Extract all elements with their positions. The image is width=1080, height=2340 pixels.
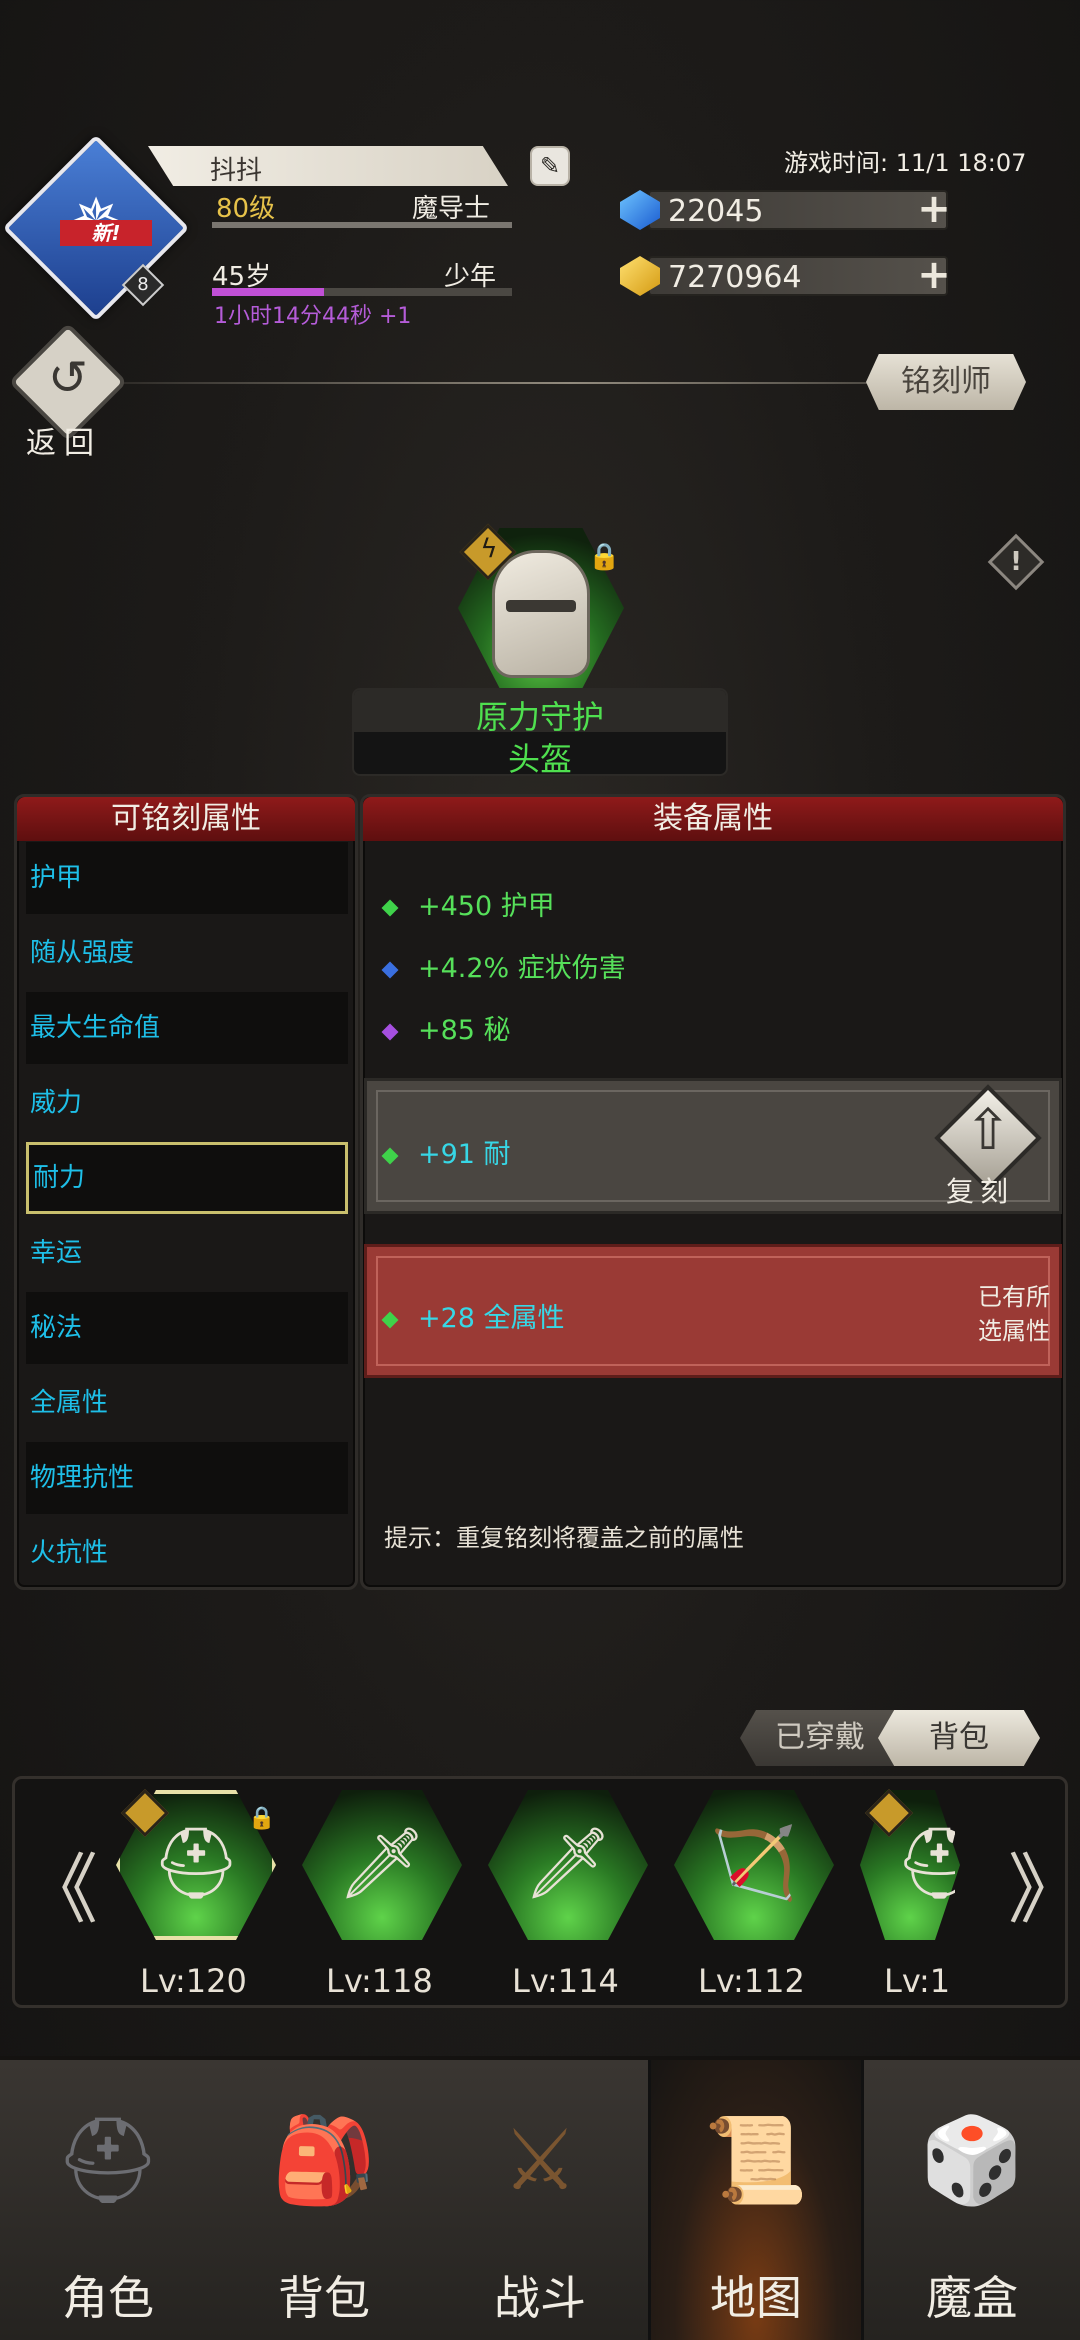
game-time: 游戏时间: 11/1 18:07	[784, 149, 1027, 177]
back-arrow-icon: ↺	[47, 350, 89, 406]
green-bullet-icon	[381, 1147, 399, 1164]
purple-bullet-icon	[381, 1023, 399, 1040]
tab-bag[interactable]: 背包	[878, 1710, 1040, 1766]
sword-icon: 🗡	[337, 1822, 427, 1904]
helmet-icon: ⛑	[895, 1822, 955, 1904]
engrave-slot-stat: +91 耐	[381, 1132, 511, 1171]
equipment-level: Lv:120	[140, 1962, 247, 2000]
nav-label: 地图	[710, 2271, 802, 2325]
attribute-option[interactable]: 幸运	[26, 1217, 348, 1289]
player-class: 魔导士	[412, 194, 491, 224]
edit-name-icon[interactable]: ✎	[530, 146, 570, 186]
equipment-level: Lv:1	[884, 1962, 951, 2000]
gold-count: 7270964	[668, 260, 802, 295]
attribute-option[interactable]: 威力	[26, 1067, 348, 1139]
nav-label: 角色	[62, 2271, 154, 2325]
age-timer: 1小时14分44秒 +1	[214, 304, 412, 329]
sword-shield-icon: ⚔	[502, 2111, 578, 2209]
backpack-icon: 🎒	[271, 2111, 377, 2209]
attribute-option[interactable]: 护甲	[26, 842, 348, 914]
new-badge: 新!	[60, 220, 152, 246]
gem-count: 22045	[668, 194, 764, 229]
green-bullet-icon	[381, 899, 399, 916]
player-name: 抖抖	[210, 156, 263, 186]
player-level: 80级	[216, 194, 276, 224]
attribute-option[interactable]: 物理抗性	[26, 1442, 348, 1514]
magic-box-icon: 🎲	[919, 2111, 1025, 2209]
existing-attribute-note: 已有所 选属性	[978, 1283, 1050, 1345]
helmet-icon	[492, 550, 590, 678]
sword-icon: 🗡	[523, 1822, 613, 1904]
back-label[interactable]: 返回	[26, 418, 102, 462]
attribute-option[interactable]: 耐力	[26, 1142, 348, 1214]
age-progress-fill	[212, 288, 324, 296]
helmet-icon: ⛑	[151, 1822, 241, 1904]
lock-icon: 🔒	[588, 542, 621, 572]
attribute-option[interactable]: 最大生命值	[26, 992, 348, 1064]
existing-slot-stat: +28 全属性	[381, 1296, 565, 1335]
exclamation-icon: !	[1010, 547, 1022, 577]
nav-label: 战斗	[494, 2271, 586, 2325]
player-name-bar	[148, 146, 508, 186]
tab-equipped[interactable]: 已穿戴	[740, 1710, 900, 1766]
equipment-attributes-title: 装备属性	[363, 797, 1063, 841]
attribute-option[interactable]: 全属性	[26, 1367, 348, 1439]
carousel-next-button[interactable]: 》	[1008, 1850, 1080, 1930]
attribute-option[interactable]: 火抗性	[26, 1517, 348, 1589]
blue-bullet-icon	[381, 961, 399, 978]
attribute-option[interactable]: 秘法	[26, 1292, 348, 1364]
attribute-option[interactable]: 随从强度	[26, 917, 348, 989]
helmet-visor	[506, 600, 576, 612]
lock-icon: 🔒	[248, 1806, 276, 1831]
crossbow-icon: 🏹	[710, 1822, 798, 1904]
hint-text: 提示：重复铭刻将覆盖之前的属性	[384, 1524, 744, 1552]
scroll-map-icon: 📜	[703, 2111, 809, 2209]
base-stat-armor: +450 护甲	[381, 884, 555, 923]
base-stat-symptom-damage: +4.2% 症状伤害	[381, 946, 626, 985]
carousel-prev-button[interactable]: 《	[22, 1850, 98, 1930]
equipment-level: Lv:114	[512, 1962, 619, 2000]
item-name: 原力守护	[475, 698, 604, 736]
item-type: 头盔	[507, 740, 572, 778]
viking-helmet-icon: ⛑	[54, 2111, 162, 2209]
avatar-level-text: 8	[137, 274, 149, 295]
nav-label: 背包	[278, 2271, 370, 2325]
lightning-icon: ϟ	[480, 534, 498, 564]
green-bullet-icon	[381, 1311, 399, 1328]
equipment-level: Lv:112	[698, 1962, 805, 2000]
reengrave-label[interactable]: 复刻	[946, 1170, 1014, 1210]
base-stat-arcane: +85 秘	[381, 1008, 511, 1047]
equipment-level: Lv:118	[326, 1962, 433, 2000]
engravable-attributes-title: 可铭刻属性	[17, 797, 355, 841]
add-gold-button[interactable]: +	[914, 255, 954, 296]
add-gems-button[interactable]: +	[914, 189, 954, 230]
up-arrow-icon: ⇧	[964, 1098, 1012, 1163]
level-bar	[212, 222, 512, 228]
engraver-title: 铭刻师	[866, 354, 1026, 410]
nav-label: 魔盒	[926, 2271, 1018, 2325]
